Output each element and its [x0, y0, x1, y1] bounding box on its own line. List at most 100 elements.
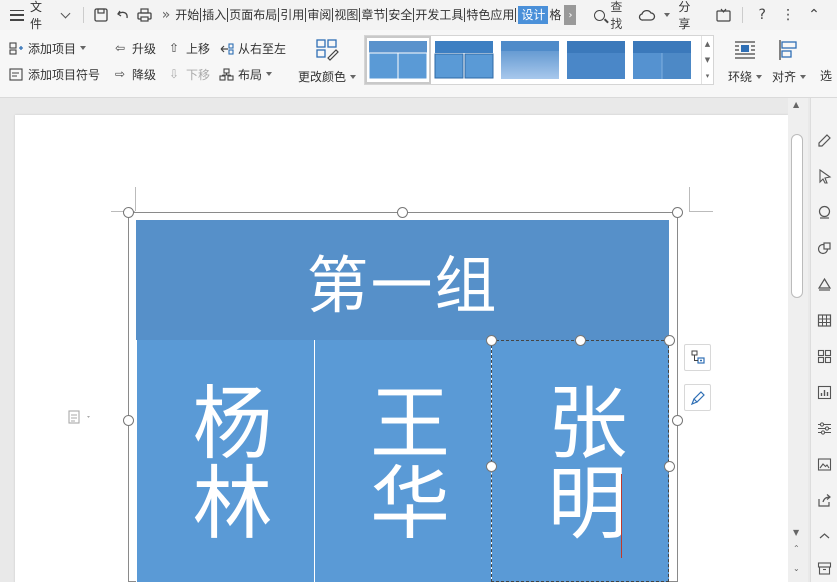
tab-references[interactable]: 引用: [279, 8, 307, 22]
smartart-top-node[interactable]: 第一组: [136, 220, 669, 340]
style-option-4[interactable]: [566, 39, 626, 81]
layout-button[interactable]: 布局: [218, 64, 273, 84]
right-to-left-icon: [218, 41, 234, 55]
tab-chapter[interactable]: 章节: [360, 8, 388, 22]
node-handle-top-left[interactable]: [486, 335, 497, 346]
move-down-button[interactable]: ⇩ 下移: [166, 64, 210, 84]
scrollbar-thumb[interactable]: [791, 134, 803, 298]
smartart-node-1[interactable]: 杨林: [136, 340, 314, 582]
scroll-up-icon[interactable]: ▲: [793, 100, 799, 109]
add-item-button[interactable]: 添加项目: [8, 38, 87, 58]
smartart-node-3[interactable]: 张明: [491, 340, 669, 582]
grid-icon[interactable]: [816, 348, 833, 365]
smartart-styles-gallery: ▲ ▼ ▾: [364, 35, 714, 85]
gallery-up-icon[interactable]: ▲: [705, 40, 710, 48]
more-quick-access-icon[interactable]: »: [162, 7, 171, 23]
tab-home[interactable]: 开始: [174, 8, 202, 22]
save-icon[interactable]: [90, 4, 112, 26]
smartart-node-2[interactable]: 王华: [314, 340, 491, 582]
menu-icon[interactable]: [10, 9, 24, 21]
add-bullet-label: 添加项目符号: [28, 67, 101, 82]
undo-icon[interactable]: [112, 4, 134, 26]
cloud-sync-icon[interactable]: [634, 4, 660, 26]
arrow-up-icon: ⇧: [168, 41, 180, 55]
next-page-icon[interactable]: ⌄: [793, 564, 800, 573]
promote-label: 升级: [132, 41, 157, 56]
style-option-1[interactable]: [365, 36, 431, 84]
vertical-scrollbar[interactable]: ▲ ▼ ⌃ ⌄: [788, 98, 808, 582]
chart-icon[interactable]: [816, 384, 833, 401]
resize-handle-left[interactable]: [123, 415, 134, 426]
change-color-button[interactable]: 更改颜色: [298, 38, 357, 85]
share-button[interactable]: 分享: [678, 0, 702, 32]
tab-review[interactable]: 审阅: [306, 8, 334, 22]
style-option-5[interactable]: [632, 39, 692, 81]
share-export-icon[interactable]: [816, 492, 833, 509]
chevron-down-icon[interactable]: [60, 8, 71, 18]
pen-icon[interactable]: [816, 132, 833, 149]
stamp-icon[interactable]: [816, 204, 833, 221]
chevron-down-icon: [266, 72, 273, 76]
adjust-icon[interactable]: [816, 420, 833, 437]
align-button[interactable]: 对齐: [772, 38, 807, 85]
resize-handle-top[interactable]: [397, 207, 408, 218]
print-icon[interactable]: [134, 4, 156, 26]
arrow-down-icon: ⇩: [168, 67, 180, 81]
table-icon[interactable]: [816, 312, 833, 329]
gallery-expand-icon[interactable]: ▾: [706, 72, 710, 80]
smartart-style-float-button[interactable]: [684, 384, 711, 411]
change-color-icon: [314, 38, 340, 62]
divider: [742, 7, 744, 23]
gallery-scroll[interactable]: ▲ ▼ ▾: [701, 36, 713, 84]
node-handle-right[interactable]: [664, 461, 675, 472]
promote-button[interactable]: ⇦ 升级: [112, 38, 156, 58]
node-handle-top-right[interactable]: [664, 335, 675, 346]
paragraph-layout-icon[interactable]: [68, 410, 94, 427]
scroll-down-icon[interactable]: ▼: [793, 528, 799, 537]
resize-handle-top-left[interactable]: [123, 207, 134, 218]
align-label: 对齐: [772, 70, 797, 84]
tab-page-layout[interactable]: 页面布局: [228, 8, 280, 22]
shapes-icon[interactable]: [816, 240, 833, 257]
align-icon: [776, 38, 802, 62]
gallery-down-icon[interactable]: ▼: [705, 56, 710, 64]
tab-developer[interactable]: 开发工具: [414, 8, 466, 22]
search-label: 查找: [610, 0, 623, 31]
collapse-panel-icon[interactable]: [816, 528, 833, 545]
tab-features[interactable]: 特色应用: [465, 8, 517, 22]
demote-button[interactable]: ⇨ 降级: [112, 64, 156, 84]
archive-icon[interactable]: [816, 560, 833, 577]
select-button[interactable]: 选: [820, 65, 832, 85]
design-ribbon: 添加项目 添加项目符号 ⇦ 升级 ⇨ 降级 ⇧ 上移 ⇩ 下移 从右至左 布局: [0, 30, 837, 98]
tab-format[interactable]: 格: [548, 8, 562, 22]
more-options-icon[interactable]: ⋮: [775, 4, 801, 26]
prev-page-icon[interactable]: ⌃: [793, 544, 800, 553]
style-option-3[interactable]: [500, 39, 560, 81]
help-icon[interactable]: ?: [749, 4, 775, 26]
paint-icon[interactable]: [816, 276, 833, 293]
collapse-icon[interactable]: ⌃: [801, 4, 827, 26]
tab-security[interactable]: 安全: [387, 8, 415, 22]
file-menu[interactable]: 文件: [30, 0, 54, 32]
move-up-button[interactable]: ⇧ 上移: [166, 38, 210, 58]
style-option-2[interactable]: [434, 39, 494, 81]
select-pointer-icon[interactable]: [816, 168, 833, 185]
chevron-down-icon[interactable]: [664, 13, 671, 17]
search-button[interactable]: 查找: [594, 0, 634, 32]
node-handle-top[interactable]: [575, 335, 586, 346]
collapse-ribbon-icon[interactable]: [710, 4, 736, 26]
right-to-left-button[interactable]: 从右至左: [218, 38, 286, 58]
add-item-icon: [8, 41, 24, 55]
node-handle-left[interactable]: [486, 461, 497, 472]
tab-insert[interactable]: 插入: [201, 8, 229, 22]
tabs-scroll-right-icon[interactable]: ›: [564, 5, 577, 25]
resize-handle-right[interactable]: [672, 415, 683, 426]
tab-view[interactable]: 视图: [333, 8, 361, 22]
chevron-down-icon: [80, 46, 87, 50]
resize-handle-top-right[interactable]: [672, 207, 683, 218]
tab-design[interactable]: 设计: [518, 6, 549, 24]
wrap-button[interactable]: 环绕: [728, 38, 763, 85]
add-bullet-button[interactable]: 添加项目符号: [8, 64, 100, 84]
image-icon[interactable]: [816, 456, 833, 473]
smartart-layout-float-button[interactable]: [684, 344, 711, 371]
